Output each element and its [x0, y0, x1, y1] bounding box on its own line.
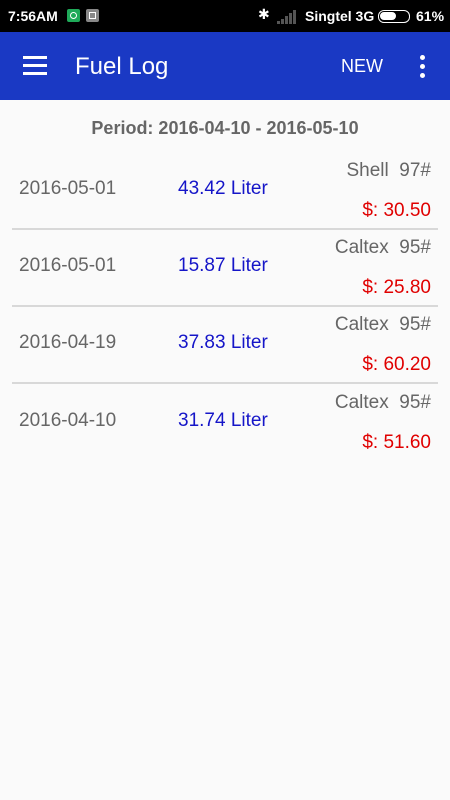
new-entry-button[interactable]: NEW [341, 56, 383, 77]
menu-icon[interactable] [23, 56, 47, 76]
entry-date: 2016-04-10 [19, 410, 117, 431]
entry-price: $: 30.50 [362, 200, 431, 221]
list-item[interactable]: 2016-05-01 43.42 Liter Shell 97# $: 30.5… [12, 154, 438, 230]
entry-date: 2016-04-19 [19, 332, 117, 353]
battery-icon [378, 10, 410, 23]
entry-volume: 37.83 Liter [178, 332, 268, 353]
notification-app-icon [86, 9, 99, 22]
bluetooth-icon: ✱ [258, 6, 270, 22]
entry-station: Caltex 95# [334, 392, 431, 413]
carrier-label: Singtel 3G [305, 8, 375, 24]
status-time: 7:56AM [8, 8, 58, 24]
overflow-menu-icon[interactable] [417, 55, 427, 79]
page-title: Fuel Log [75, 53, 169, 80]
notification-app-icon [67, 9, 80, 22]
entry-station: Caltex 95# [334, 237, 431, 258]
list-item[interactable]: 2016-04-19 37.83 Liter Caltex 95# $: 60.… [12, 308, 438, 384]
entry-date: 2016-05-01 [19, 178, 117, 199]
entry-station: Caltex 95# [334, 314, 431, 335]
entry-station: Shell 97# [346, 160, 431, 181]
signal-icon [277, 10, 296, 24]
entry-volume: 15.87 Liter [178, 255, 268, 276]
battery-level [380, 12, 396, 20]
entry-volume: 31.74 Liter [178, 410, 268, 431]
period-header: Period: 2016-04-10 - 2016-05-10 [91, 118, 359, 138]
status-bar: 7:56AM ✱ Singtel 3G 61% [0, 0, 450, 32]
entry-volume: 43.42 Liter [178, 178, 268, 199]
app-bar: Fuel Log NEW [0, 32, 450, 100]
list-item[interactable]: 2016-04-10 31.74 Liter Caltex 95# $: 51.… [12, 386, 438, 462]
entry-date: 2016-05-01 [19, 255, 117, 276]
entry-price: $: 25.80 [362, 277, 431, 298]
entry-price: $: 51.60 [362, 432, 431, 453]
battery-percentage: 61% [416, 8, 445, 24]
list-item[interactable]: 2016-05-01 15.87 Liter Caltex 95# $: 25.… [12, 231, 438, 307]
entry-price: $: 60.20 [362, 354, 431, 375]
